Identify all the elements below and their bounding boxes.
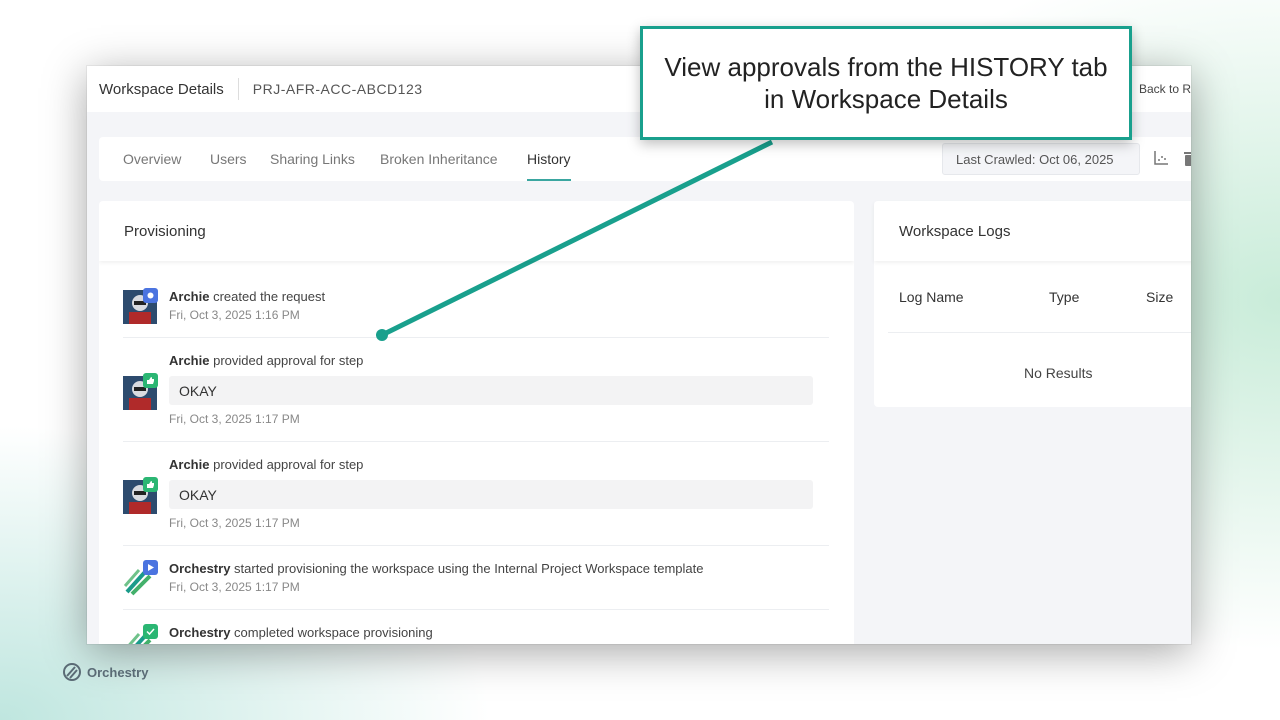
provisioning-title: Provisioning [99,201,854,261]
callout-box: View approvals from the HISTORY tab in W… [640,26,1132,140]
callout-line-1: View approvals from the HISTORY tab [664,52,1108,82]
callout-line-2: in Workspace Details [764,84,1008,114]
brand-logo: Orchestry [62,662,148,682]
orchestry-brand-icon [63,663,81,681]
brand-name: Orchestry [87,664,149,680]
workspace-logs-title: Workspace Logs [874,201,1191,261]
